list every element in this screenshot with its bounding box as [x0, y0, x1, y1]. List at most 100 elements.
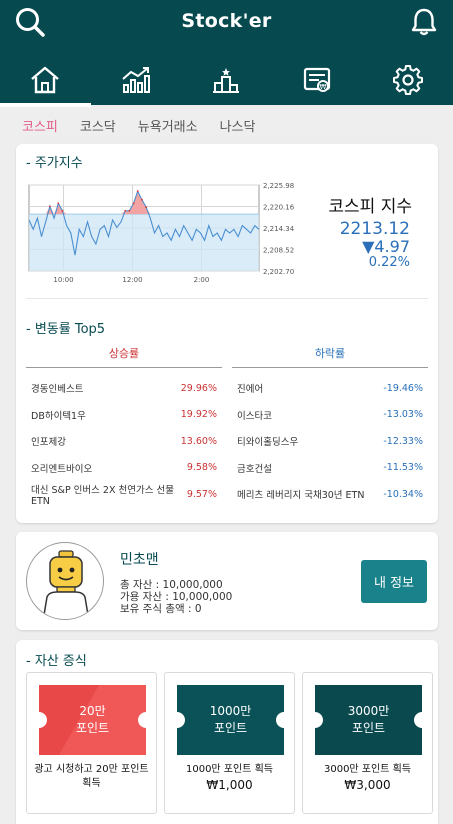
chart-point-above [49, 205, 51, 208]
index-section-title: - 주가지수 [26, 156, 83, 171]
profile-card: 민초맨 총 자산 : 10,000,000 가용 자산 : 10,000,000… [16, 532, 438, 630]
chart-reference-band [29, 214, 259, 271]
gainer-row[interactable]: 대신 S&P 인버스 2X 천연가스 선물 ETN 9.57% [31, 484, 217, 507]
chart-y-tick-label: 2,214.34 [263, 225, 295, 233]
gainer-name: 경동인베스트 [31, 384, 84, 395]
index-chart: 2,225.98 2,220.16 2,214.34 2,208.52 2,202.70… [27, 180, 299, 284]
chart-point-above [57, 202, 60, 205]
tab-settings[interactable] [362, 56, 453, 104]
gainer-pct: 13.60% [180, 435, 217, 447]
point-ticket-card[interactable]: 20만포인트광고 시청하고 20만 포인트 획득 [26, 672, 157, 814]
gainer-pct: 9.58% [186, 462, 217, 473]
index-change-pct: 0.22% [368, 255, 410, 270]
chart-point-above [61, 209, 64, 212]
index-change: ▼4.97 [362, 237, 410, 256]
gainer-name: DB하이텍1우 [31, 410, 86, 422]
index-line-chart: 2,225.98 2,220.16 2,214.34 2,208.52 2,202.70… [28, 182, 295, 284]
gainer-row[interactable]: 인포제강 13.60% [31, 431, 217, 451]
loser-row[interactable]: 진에어 -19.46% [237, 378, 423, 398]
market-tabs: 코스피 코스닥 뉴욕거래소 나스닥 [22, 116, 255, 135]
loser-row[interactable]: 이스타코 -13.03% [237, 405, 423, 425]
movers-section-title: - 변동률 Top5 [26, 322, 106, 337]
losers-header: 하락률 [232, 345, 428, 368]
tab-ranking[interactable] [181, 56, 272, 104]
chart-point-above [141, 198, 143, 201]
gainer-name: 인포제강 [31, 437, 66, 448]
market-tab-nasdaq[interactable]: 나스닥 [220, 116, 256, 135]
app-header: Stock'er ₩ [0, 0, 453, 107]
gainer-row[interactable]: 경동인베스트 29.96% [31, 378, 217, 398]
loser-row[interactable]: 금호건설 -11.53% [237, 458, 423, 478]
chart-x-tick-label: 10:00 [53, 276, 73, 284]
loser-name: 이스타코 [237, 410, 272, 422]
loser-pct: -10.34% [383, 488, 423, 500]
ticket-unit: 포인트 [351, 721, 386, 735]
index-card: - 주가지수 2,225.98 2,220.16 2,214.34 2,208.52 2… [16, 144, 438, 523]
ticket-caption: 광고 시청하고 20만 포인트 획득 [34, 764, 149, 789]
tab-news[interactable]: ₩ [272, 56, 363, 104]
ranking-podium-icon [213, 68, 240, 93]
tab-home[interactable] [0, 56, 91, 107]
bell-icon[interactable] [408, 6, 440, 38]
chart-y-tick-label: 2,220.16 [263, 204, 295, 212]
gear-icon [392, 65, 423, 95]
gainer-row[interactable]: 오리엔트바이오 9.58% [31, 458, 217, 478]
svg-text:₩: ₩ [320, 83, 327, 91]
divider [26, 298, 428, 299]
loser-name: 금호건설 [237, 463, 272, 475]
chart-point-above [124, 209, 127, 212]
gainer-pct: 9.57% [186, 488, 217, 500]
market-tab-kosdaq[interactable]: 코스닥 [80, 116, 116, 135]
gainer-name: 대신 S&P 인버스 2X 천연가스 선물 ETN [31, 484, 174, 507]
chart-point-above [132, 202, 135, 205]
loser-row[interactable]: 메리츠 레버리지 국채30년 ETN -10.34% [237, 484, 423, 504]
market-tab-kospi[interactable]: 코스피 [22, 116, 58, 135]
lego-avatar-icon [42, 550, 90, 619]
index-name: 코스피 지수 [328, 197, 412, 217]
ticket-amount: 20만 [79, 704, 106, 718]
gainer-row[interactable]: DB하이텍1우 19.92% [31, 405, 217, 425]
app-title: Stock'er [181, 10, 272, 32]
chart-point-above [145, 206, 147, 208]
tab-chart[interactable] [91, 56, 182, 104]
chart-point-above [136, 190, 139, 193]
chart-point-above [128, 209, 131, 212]
ticket-label: 1000만포인트 [177, 685, 284, 755]
ticket-caption: 1000만 포인트 획득 [185, 764, 273, 775]
asset-growth-title: - 자산 증식 [26, 654, 87, 669]
ticket-price: ₩3,000 [344, 778, 391, 792]
loser-pct: -19.46% [383, 382, 423, 394]
chart-x-tick-label: 2:00 [194, 276, 210, 284]
loser-pct: -12.33% [383, 435, 423, 447]
gainer-pct: 29.96% [180, 382, 217, 394]
gainers-header: 상승률 [26, 345, 222, 368]
gainer-pct: 19.92% [180, 409, 217, 420]
loser-row[interactable]: 티와이홀딩스우 -12.33% [237, 431, 423, 451]
profile-name: 민초맨 [120, 552, 159, 568]
loser-name: 메리츠 레버리지 국채30년 ETN [237, 490, 365, 501]
ticket-amount: 1000만 [209, 704, 252, 718]
loser-pct: -11.53% [383, 462, 423, 473]
ticket-label: 20만포인트 [39, 685, 146, 755]
index-value: 2213.12 [339, 219, 410, 239]
ticket-caption: 3000만 포인트 획득 [323, 764, 411, 775]
chart-y-tick-label: 2,208.52 [263, 247, 294, 255]
ticket-unit: 포인트 [213, 721, 248, 735]
ticket-price: ₩1,000 [206, 778, 253, 792]
home-icon [31, 66, 60, 94]
my-info-button[interactable]: 내 정보 [361, 560, 427, 603]
chart-x-tick-label: 12:00 [122, 276, 142, 284]
news-icon: ₩ [303, 67, 331, 92]
loser-name: 진에어 [237, 384, 264, 395]
ticket-unit: 포인트 [75, 721, 110, 735]
chart-trend-icon [122, 67, 150, 93]
ticket-amount: 3000만 [347, 704, 390, 718]
market-tab-nyse[interactable]: 뉴욕거래소 [138, 116, 198, 135]
point-ticket-card[interactable]: 1000만포인트 1000만 포인트 획득 ₩1,000 [164, 672, 295, 814]
chart-y-tick-label: 2,202.70 [263, 268, 294, 276]
loser-name: 티와이홀딩스우 [237, 437, 299, 448]
holdings-total: 보유 주식 총액 : 0 [120, 603, 202, 615]
chart-y-tick-label: 2,225.98 [263, 182, 294, 190]
avatar [26, 542, 104, 620]
point-ticket-card[interactable]: 3000만포인트 3000만 포인트 획득 ₩3,000 [302, 672, 433, 814]
